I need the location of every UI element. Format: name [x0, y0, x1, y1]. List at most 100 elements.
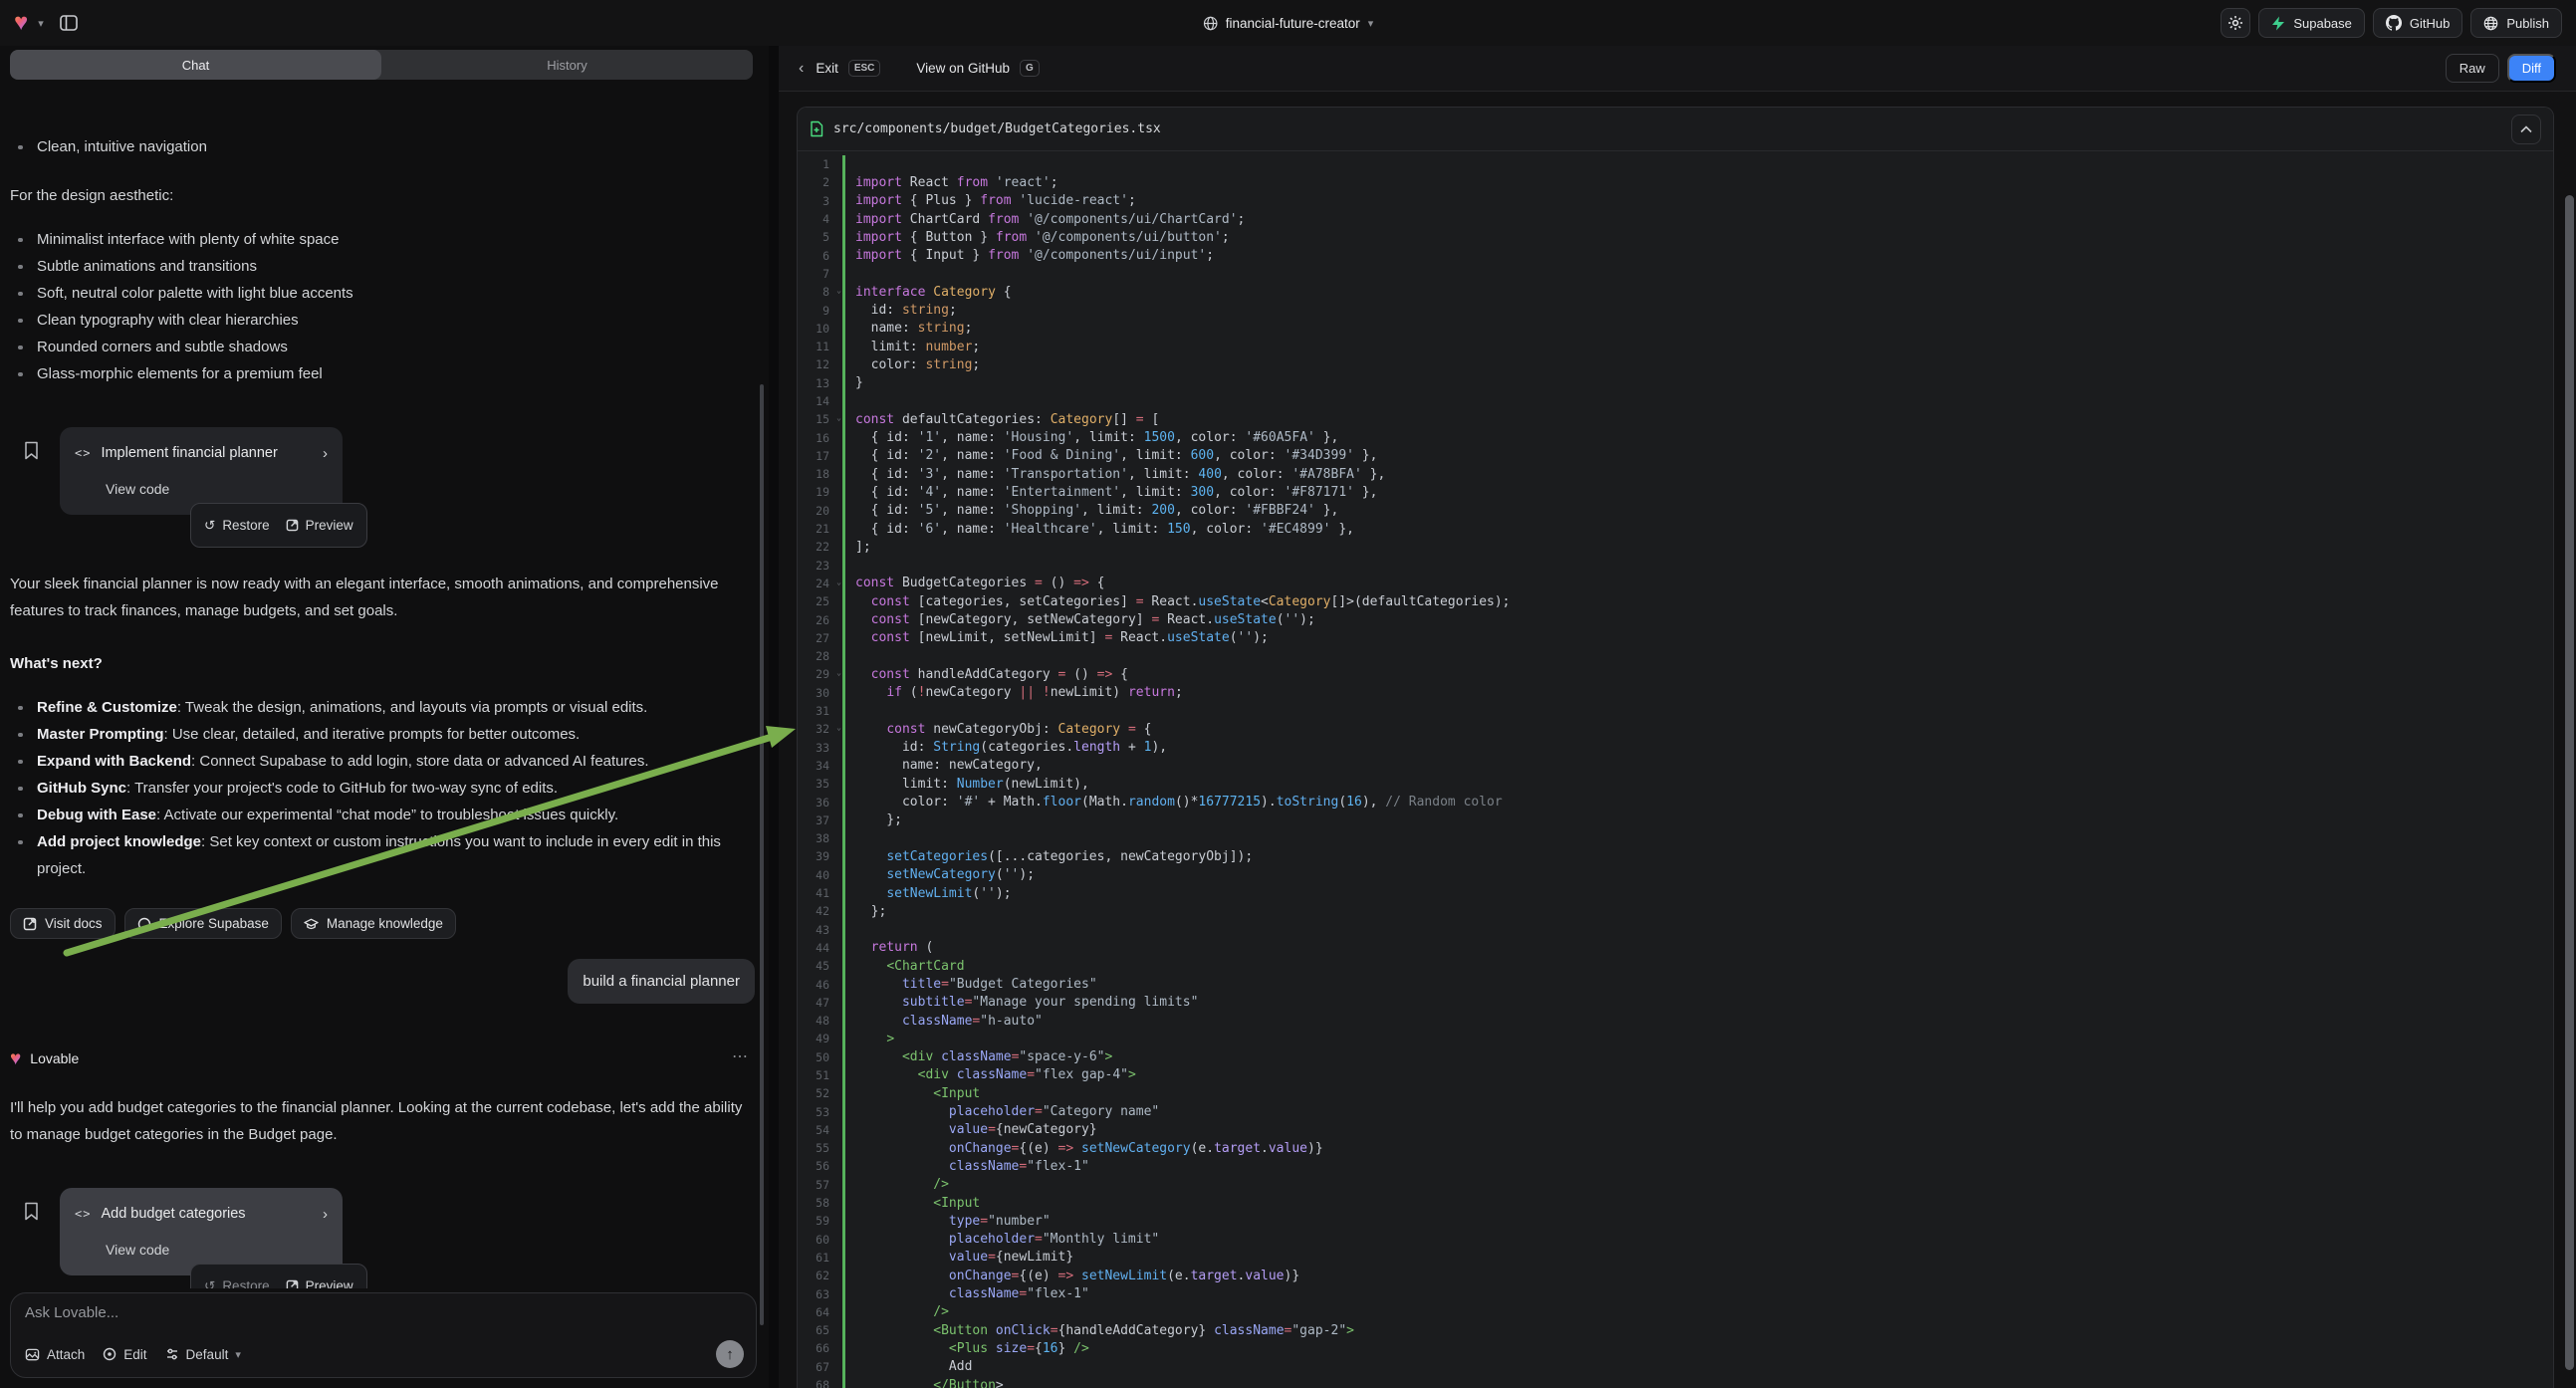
raw-toggle-button[interactable]: Raw [2446, 54, 2499, 83]
code-text: /> [845, 1304, 949, 1319]
exit-button[interactable]: Exit [816, 61, 838, 76]
fold-chevron-icon[interactable]: ⌄ [836, 668, 841, 677]
bookmark-icon[interactable] [24, 441, 39, 460]
code-text: className="flex-1" [845, 1159, 1089, 1174]
code-text: color: string; [845, 357, 980, 372]
view-code-link[interactable]: View code [75, 476, 328, 503]
explore-supabase-button[interactable]: Explore Supabase [124, 908, 282, 939]
fold-chevron-icon[interactable]: ⌄ [836, 413, 841, 422]
collapse-file-button[interactable] [2511, 115, 2541, 144]
line-number: 5 [798, 230, 833, 244]
tab-chat[interactable]: Chat [10, 50, 381, 80]
line-number: 51 [798, 1068, 833, 1082]
version-card-add-budget-categories[interactable]: <> Add budget categories › View code [60, 1188, 343, 1275]
code-line: 60 placeholder="Monthly limit" [798, 1231, 2553, 1249]
line-number: 18 [798, 467, 833, 481]
line-number: 30 [798, 686, 833, 700]
code-text: const [newLimit, setNewLimit] = React.us… [845, 630, 1269, 645]
code-line: 16 { id: '1', name: 'Housing', limit: 15… [798, 428, 2553, 446]
github-button[interactable]: GitHub [2373, 8, 2462, 38]
fold-chevron-icon[interactable]: ⌄ [836, 578, 841, 586]
supabase-label: Supabase [2293, 16, 2352, 31]
restore-button[interactable]: ↺ Restore [204, 1272, 270, 1288]
manage-knowledge-button[interactable]: Manage knowledge [291, 908, 456, 939]
chevron-right-icon[interactable]: › [323, 440, 328, 467]
toggle-sidebar-button[interactable] [54, 8, 84, 38]
lovable-avatar-icon: ♥ [10, 1049, 21, 1068]
code-line: 43 [798, 920, 2553, 938]
code-text: const newCategoryObj: Category = { [845, 722, 1151, 737]
tab-history[interactable]: History [381, 50, 753, 80]
view-on-github-button[interactable]: View on GitHub [916, 61, 1010, 76]
lovable-logo-icon[interactable]: ♥ [14, 11, 28, 35]
code-line: 41 setNewLimit(''); [798, 884, 2553, 902]
version-title: Add budget categories [101, 1201, 245, 1228]
code-text: ]; [845, 540, 871, 555]
line-number: 50 [798, 1050, 833, 1064]
code-line: 27 const [newLimit, setNewLimit] = React… [798, 629, 2553, 647]
fold-chevron-icon[interactable]: ⌄ [836, 286, 841, 295]
code-text [845, 157, 863, 172]
diff-toggle-button[interactable]: Diff [2507, 54, 2556, 83]
bookmark-icon[interactable] [24, 1202, 39, 1221]
chevron-left-icon: ‹ [799, 60, 804, 78]
whats-next-heading: What's next? [10, 650, 755, 677]
code-line: 11 limit: number; [798, 338, 2553, 355]
code-line: 30 if (!newCategory || !newLimit) return… [798, 684, 2553, 702]
visit-docs-button[interactable]: Visit docs [10, 908, 116, 939]
line-number: 35 [798, 777, 833, 791]
list-item: Soft, neutral color palette with light b… [10, 280, 755, 307]
graduation-cap-icon [304, 917, 319, 931]
code-text: const defaultCategories: Category[] = [ [845, 412, 1159, 427]
edit-mode-button[interactable]: Edit [103, 1347, 146, 1362]
line-number: 12 [798, 357, 833, 371]
code-editor[interactable]: 1 2import React from 'react';3import { P… [798, 151, 2553, 1388]
mode-selector[interactable]: Default ▾ [165, 1347, 241, 1362]
restore-button[interactable]: ↺ Restore [204, 512, 270, 539]
line-number: 53 [798, 1105, 833, 1119]
chat-scrollbar[interactable] [760, 384, 764, 1325]
more-menu-icon[interactable]: ⋯ [732, 1043, 749, 1070]
preview-button[interactable]: Preview [286, 1272, 353, 1288]
chat-input[interactable] [25, 1304, 742, 1332]
line-number: 52 [798, 1086, 833, 1100]
code-line: 35 limit: Number(newLimit), [798, 775, 2553, 793]
fold-chevron-icon[interactable]: ⌄ [836, 723, 841, 732]
assistant-name: Lovable [30, 1045, 79, 1072]
code-line: 45 <ChartCard [798, 957, 2553, 975]
publish-button[interactable]: Publish [2470, 8, 2562, 38]
code-icon: <> [75, 440, 91, 467]
chat-scroll-area[interactable]: Clean, intuitive navigation For the desi… [0, 86, 755, 1288]
file-header[interactable]: src/components/budget/BudgetCategories.t… [798, 108, 2553, 151]
code-line: 68 </Button> [798, 1376, 2553, 1388]
settings-button[interactable] [2221, 8, 2250, 38]
line-number: 65 [798, 1323, 833, 1337]
code-text: type="number" [845, 1214, 1051, 1229]
line-number: 49 [798, 1032, 833, 1045]
code-line: 58 <Input [798, 1194, 2553, 1212]
chevron-right-icon[interactable]: › [323, 1201, 328, 1228]
send-button[interactable]: ↑ [716, 1340, 744, 1368]
supabase-button[interactable]: Supabase [2258, 8, 2365, 38]
code-text [845, 266, 863, 281]
code-line: 38 [798, 829, 2553, 847]
code-text: const [categories, setCategories] = Reac… [845, 594, 1511, 609]
version-card-implement-financial-planner[interactable]: <> Implement financial planner › View co… [60, 427, 343, 515]
code-text: setCategories([...categories, newCategor… [845, 849, 1253, 864]
code-line: 63 className="flex-1" [798, 1284, 2553, 1302]
line-number: 23 [798, 559, 833, 573]
chat-panel: Chat History Clean, intuitive navigation… [0, 46, 769, 1388]
line-number: 59 [798, 1214, 833, 1228]
preview-button[interactable]: Preview [286, 512, 353, 539]
code-text: id: string; [845, 303, 957, 318]
attach-button[interactable]: Attach [25, 1347, 85, 1362]
code-scrollbar[interactable] [2565, 195, 2574, 1370]
chevron-down-icon[interactable]: ▾ [38, 17, 44, 30]
list-item: Expand with Backend: Connect Supabase to… [10, 748, 755, 775]
line-number: 26 [798, 613, 833, 627]
line-number: 29⌄ [798, 667, 833, 681]
project-switcher[interactable]: financial-future-creator ▾ [1203, 0, 1374, 46]
view-code-link[interactable]: View code [75, 1237, 328, 1264]
code-line: 52 <Input [798, 1084, 2553, 1102]
restore-label: Restore [222, 1272, 269, 1288]
